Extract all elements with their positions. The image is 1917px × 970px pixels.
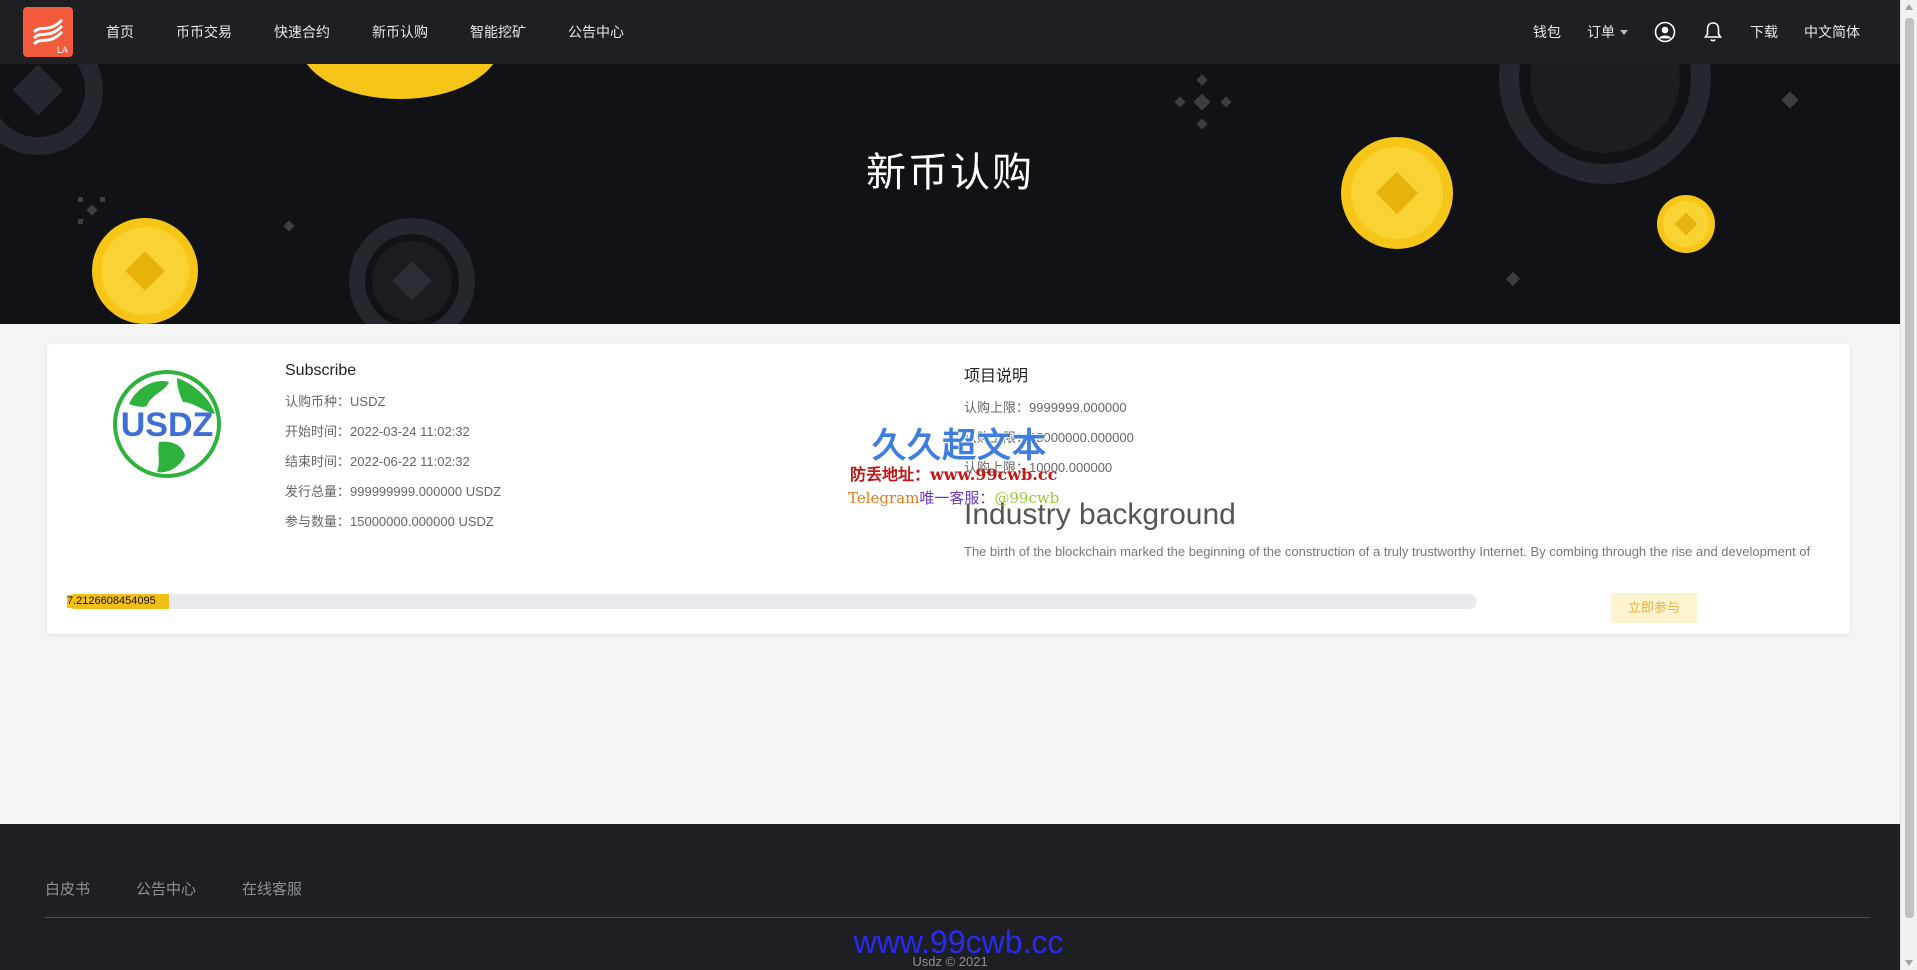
nav-quick-contract[interactable]: 快速合约 bbox=[274, 22, 330, 42]
scrollbar-thumb[interactable] bbox=[1905, 18, 1914, 918]
orders-dropdown[interactable]: 订单 bbox=[1587, 22, 1628, 42]
footer-link-online-support[interactable]: 在线客服 bbox=[242, 878, 302, 899]
watermark-telegram: Telegram唯一客服：@99cwb bbox=[848, 487, 1059, 508]
logo-sub-label: LA bbox=[56, 45, 68, 55]
nav-spot-trade[interactable]: 币币交易 bbox=[176, 22, 232, 42]
footer-divider bbox=[45, 917, 1870, 918]
currency-value: USDZ bbox=[350, 394, 386, 409]
project-description: 项目说明 认购上限：9999999.000000 认购上限：15000000.0… bbox=[964, 362, 1850, 559]
total-supply-row: 发行总量：999999999.000000 USDZ bbox=[285, 484, 502, 499]
footer-links: 白皮书 公告中心 在线客服 bbox=[45, 878, 348, 899]
currency-row: 认购币种：USDZ bbox=[285, 394, 386, 409]
total-supply-value: 999999999.000000 USDZ bbox=[350, 484, 502, 499]
watermark-tg-label: Telegram bbox=[848, 489, 920, 507]
user-nav: 钱包 订单 下载 中文简体 bbox=[1507, 0, 1860, 64]
top-navbar: LA 首页 币币交易 快速合约 新币认购 智能挖矿 公告中心 钱包 订单 下载 bbox=[0, 0, 1900, 64]
download-link[interactable]: 下载 bbox=[1750, 22, 1778, 42]
end-time-row: 结束时间：2022-06-22 11:02:32 bbox=[285, 454, 470, 469]
footer-link-announcements[interactable]: 公告中心 bbox=[136, 878, 196, 899]
end-time-value: 2022-06-22 11:02:32 bbox=[350, 454, 470, 469]
limit-value: 9999999.000000 bbox=[1029, 400, 1127, 415]
progress-percent-label: 7.2126608454095 bbox=[67, 595, 169, 608]
wallet-link[interactable]: 钱包 bbox=[1533, 22, 1561, 42]
orders-label: 订单 bbox=[1587, 24, 1615, 40]
page-title: 新币认购 bbox=[866, 151, 1034, 195]
subscription-progress-bar bbox=[67, 594, 1477, 609]
industry-title: Industry background bbox=[964, 498, 1236, 531]
usdz-coin-logo: USDZ bbox=[113, 370, 221, 478]
industry-text: The birth of the blockchain marked the b… bbox=[964, 544, 1811, 559]
join-now-button[interactable]: 立即参与 bbox=[1611, 593, 1697, 623]
footer-link-whitepaper[interactable]: 白皮书 bbox=[45, 878, 90, 899]
subscribe-heading: Subscribe bbox=[285, 362, 357, 379]
start-time-row: 开始时间：2022-03-24 11:02:32 bbox=[285, 424, 470, 439]
brand-logo[interactable]: LA bbox=[23, 7, 73, 57]
scroll-up-arrow-icon[interactable] bbox=[1905, 4, 1913, 10]
chevron-down-icon bbox=[1620, 29, 1628, 35]
project-heading: 项目说明 bbox=[964, 368, 1029, 385]
nav-smart-mining[interactable]: 智能挖矿 bbox=[470, 22, 526, 42]
watermark-tg-service: 唯一客服： bbox=[919, 489, 995, 507]
hero-banner: 新币认购 bbox=[0, 64, 1900, 324]
coin-logo-text: USDZ bbox=[121, 406, 214, 444]
scroll-down-arrow-icon[interactable] bbox=[1905, 960, 1913, 966]
main-nav: 首页 币币交易 快速合约 新币认购 智能挖矿 公告中心 bbox=[106, 0, 666, 64]
joined-amount-row: 参与数量：15000000.000000 USDZ bbox=[285, 514, 494, 529]
watermark-tg-handle: @99cwb bbox=[994, 489, 1060, 507]
watermark-title: 久久超文本 bbox=[872, 426, 1047, 466]
page-scrollbar[interactable] bbox=[1900, 0, 1917, 970]
language-selector[interactable]: 中文简体 bbox=[1804, 22, 1860, 42]
watermark-address: 防丢地址：www.99cwb.cc bbox=[850, 465, 1058, 484]
user-account-icon[interactable] bbox=[1654, 21, 1676, 43]
nav-announcements[interactable]: 公告中心 bbox=[568, 22, 624, 42]
watermark-url: www.99cwb.cc bbox=[853, 924, 1064, 960]
subscribe-info: Subscribe 认购币种：USDZ 开始时间：2022-03-24 11:0… bbox=[285, 362, 885, 544]
start-time-value: 2022-03-24 11:02:32 bbox=[350, 424, 470, 439]
limit-row-2: 认购上限：15000000.000000 bbox=[964, 430, 1134, 445]
bell-icon[interactable] bbox=[1702, 21, 1724, 43]
limit-row: 认购上限：9999999.000000 bbox=[964, 400, 1127, 415]
limit-row-3: 认购上限：10000.000000 bbox=[964, 460, 1113, 475]
joined-amount-value: 15000000.000000 USDZ bbox=[350, 514, 494, 529]
nav-home[interactable]: 首页 bbox=[106, 22, 134, 42]
nav-new-coin-subscription[interactable]: 新币认购 bbox=[372, 22, 428, 42]
